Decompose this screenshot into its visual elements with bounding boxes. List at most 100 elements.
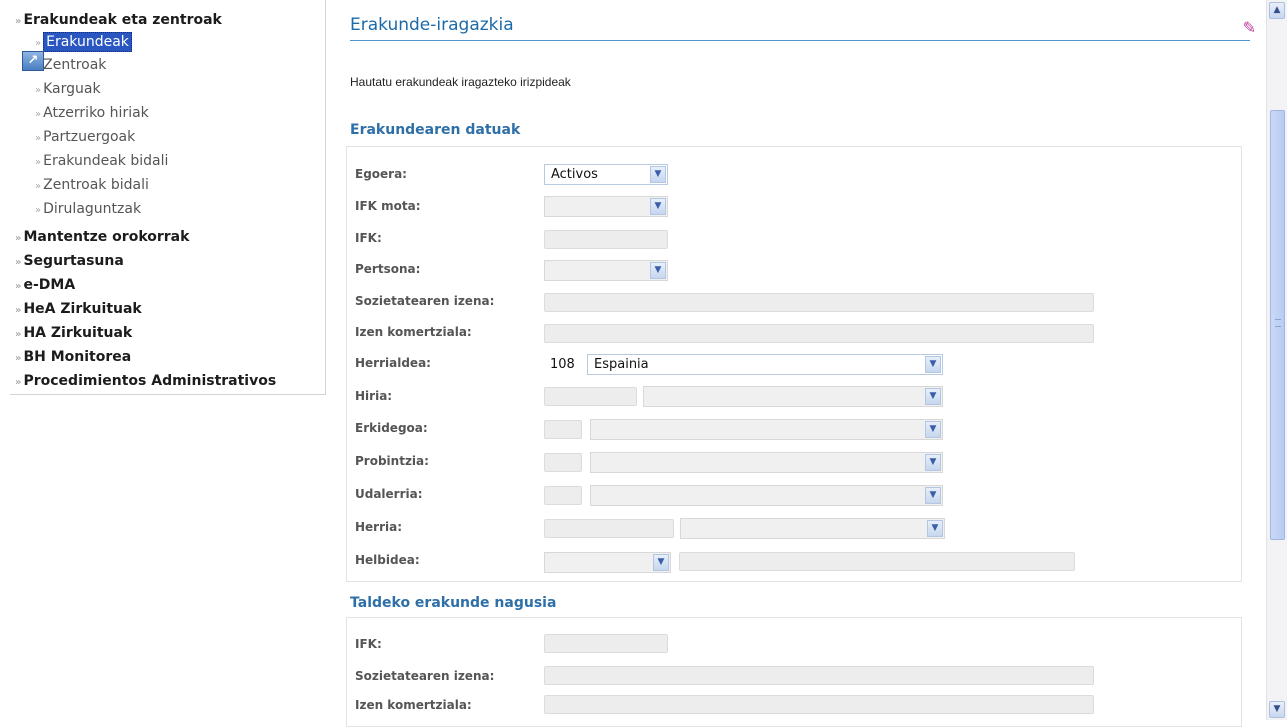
sidebar-item-label: Erakundeak <box>43 32 132 52</box>
chevron-down-icon: ▼ <box>925 356 941 373</box>
sidebar-item-erakundeak[interactable]: » Erakundeak <box>35 31 132 53</box>
izen-komertziala-input[interactable] <box>544 324 1094 343</box>
vertical-scrollbar[interactable]: ▲ ▼ <box>1266 0 1287 720</box>
herria-label: Herria: <box>355 520 403 534</box>
sidebar-item-label: Zentroak bidali <box>43 177 149 193</box>
sidebar-item-label: Dirulaguntzak <box>43 201 142 217</box>
chevron-icon: » <box>35 157 42 168</box>
helbidea-input[interactable] <box>679 552 1075 571</box>
sidebar-item-procedimientos-administrativos[interactable]: » Procedimientos Administrativos <box>15 370 276 392</box>
herrialdea-code[interactable]: 108 <box>550 354 575 375</box>
sozietatea-input[interactable] <box>544 293 1094 312</box>
egoera-value: Activos <box>551 167 598 182</box>
chevron-icon: » <box>15 281 22 292</box>
chevron-down-icon: ▼ <box>925 487 941 504</box>
sidebar-item-label: HeA Zirkuituak <box>23 301 142 317</box>
egoera-label: Egoera: <box>355 167 407 181</box>
chevron-icon: » <box>15 377 22 388</box>
group-sozietatea-input[interactable] <box>544 666 1094 685</box>
page-title: Erakunde-iragazkia <box>350 15 1250 41</box>
sidebar-item-erakundeak-eta-zentroak[interactable]: » Erakundeak eta zentroak <box>15 9 222 31</box>
ifk-mota-select[interactable]: ▼ <box>544 196 668 217</box>
chevron-icon: » <box>15 257 22 268</box>
sidebar-item-mantentze-orokorrak[interactable]: » Mantentze orokorrak <box>15 226 189 248</box>
chevron-down-icon: ▼ <box>925 454 941 471</box>
intro-text: Hautatu erakundeak iragazteko irizpideak <box>350 75 571 89</box>
chevron-icon: » <box>15 233 22 244</box>
pertsona-select[interactable]: ▼ <box>544 260 668 281</box>
sidebar-item-zentroak-bidali[interactable]: » Zentroak bidali <box>35 174 149 196</box>
herria-select[interactable]: ▼ <box>680 518 945 539</box>
sidebar-item-label: BH Monitorea <box>23 349 132 365</box>
herrialdea-value: Espainia <box>594 357 649 372</box>
main-panel: Erakunde-iragazkia ✎ Hautatu erakundeak … <box>340 0 1262 727</box>
sidebar-item-label: e-DMA <box>23 277 76 293</box>
chevron-icon: » <box>15 329 22 340</box>
chevron-icon: » <box>15 16 22 27</box>
probintzia-code-input[interactable] <box>544 453 582 472</box>
chevron-down-icon: ▼ <box>925 388 941 405</box>
izen-komertziala-label: Izen komertziala: <box>355 325 472 339</box>
pertsona-label: Pertsona: <box>355 262 421 276</box>
hiria-select[interactable]: ▼ <box>643 386 943 407</box>
chevron-down-icon: ▼ <box>927 520 943 537</box>
erkidegoa-select[interactable]: ▼ <box>590 419 943 440</box>
sidebar-item-hea-zirkuituak[interactable]: » HeA Zirkuituak <box>15 298 142 320</box>
sidebar-item-e-dma[interactable]: » e-DMA <box>15 274 75 296</box>
sidebar-item-karguak[interactable]: » Karguak <box>35 78 101 100</box>
herrialdea-select[interactable]: Espainia ▼ <box>587 354 943 375</box>
sidebar-item-label: Partzuergoak <box>43 129 136 145</box>
sidebar-item-dirulaguntzak[interactable]: » Dirulaguntzak <box>35 198 141 220</box>
sidebar-item-bh-monitorea[interactable]: » BH Monitorea <box>15 346 131 368</box>
group-izen-komertziala-label: Izen komertziala: <box>355 698 472 712</box>
ifk-mota-label: IFK mota: <box>355 199 421 213</box>
sidebar-item-label: Karguak <box>43 81 101 97</box>
egoera-select[interactable]: Activos ▼ <box>544 164 668 185</box>
chevron-down-icon: ▼ <box>925 421 941 438</box>
chevron-down-icon: ▼ <box>653 554 669 571</box>
section-title-taldeko-erakunde-nagusia: Taldeko erakunde nagusia <box>350 595 557 611</box>
hiria-code-input[interactable] <box>544 387 637 406</box>
grip-icon <box>1275 319 1281 327</box>
sidebar-item-label: Erakundeak bidali <box>43 153 169 169</box>
sidebar-item-label: HA Zirkuituak <box>23 325 133 341</box>
sidebar-item-segurtasuna[interactable]: » Segurtasuna <box>15 250 124 272</box>
section-title-erakundearen-datuak: Erakundearen datuak <box>350 122 521 138</box>
chevron-down-icon: ▼ <box>650 198 666 215</box>
hiria-label: Hiria: <box>355 389 393 403</box>
chevron-icon: » <box>35 38 42 49</box>
chevron-down-icon: ▼ <box>650 262 666 279</box>
sidebar-item-label: Procedimientos Administrativos <box>23 373 277 389</box>
helbidea-label: Helbidea: <box>355 553 420 567</box>
sidebar-item-zentroak[interactable]: »Zentroak <box>35 54 106 76</box>
herria-code-input[interactable] <box>544 519 674 538</box>
udalerria-label: Udalerria: <box>355 487 423 501</box>
scrollbar-thumb[interactable] <box>1270 110 1285 540</box>
sidebar-item-atzerriko-hiriak[interactable]: » Atzerriko hiriak <box>35 102 149 124</box>
udalerria-code-input[interactable] <box>544 486 582 505</box>
sidebar-item-label: Atzerriko hiriak <box>43 105 149 121</box>
page-title-text: Erakunde-iragazkia <box>350 15 514 35</box>
sidebar-item-label: Zentroak <box>43 57 107 73</box>
ifk-input[interactable] <box>544 230 668 249</box>
group-ifk-label: IFK: <box>355 637 382 651</box>
sidebar-item-partzuergoak[interactable]: » Partzuergoak <box>35 126 135 148</box>
group-izen-komertziala-input[interactable] <box>544 695 1094 714</box>
group-ifk-input[interactable] <box>544 634 668 653</box>
scroll-up-button[interactable]: ▲ <box>1269 2 1285 19</box>
chevron-icon: » <box>35 85 42 96</box>
eraser-icon[interactable]: ✎ <box>1243 18 1256 37</box>
sidebar-item-ha-zirkuituak[interactable]: » HA Zirkuituak <box>15 322 132 344</box>
chevron-icon: » <box>35 109 42 120</box>
chevron-icon: » <box>35 133 42 144</box>
scroll-down-button[interactable]: ▼ <box>1269 701 1285 718</box>
helbidea-select[interactable]: ▼ <box>544 552 671 573</box>
sidebar-item-erakundeak-bidali[interactable]: » Erakundeak bidali <box>35 150 168 172</box>
chevron-icon: » <box>15 305 22 316</box>
erkidegoa-code-input[interactable] <box>544 420 582 439</box>
udalerria-select[interactable]: ▼ <box>590 485 943 506</box>
probintzia-select[interactable]: ▼ <box>590 452 943 473</box>
sidebar-item-label: Erakundeak eta zentroak <box>23 12 222 28</box>
chevron-down-icon: ▼ <box>650 166 666 183</box>
chevron-icon: » <box>15 353 22 364</box>
